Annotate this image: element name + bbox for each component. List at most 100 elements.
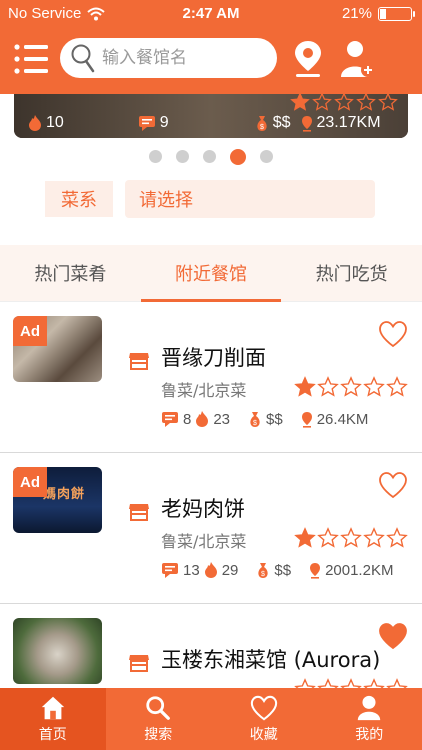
- location-pin-icon[interactable]: [290, 39, 326, 79]
- rating-star-icon: [317, 376, 339, 397]
- shop-icon: [129, 504, 149, 521]
- money-bag-icon: $: [250, 411, 260, 427]
- restaurant-name[interactable]: 老妈肉饼: [161, 493, 245, 523]
- distance: 26.4KM: [316, 410, 369, 428]
- flame-icon: [29, 115, 41, 131]
- restaurant-cuisine: 鲁菜/北京菜: [161, 532, 247, 551]
- carousel-dot[interactable]: [203, 150, 216, 163]
- bottom-nav-label: 搜索: [144, 727, 173, 743]
- search-icon: [146, 696, 171, 720]
- heart-outline-icon[interactable]: [378, 320, 408, 348]
- comment-icon: [138, 116, 155, 131]
- carousel-dot[interactable]: [260, 150, 273, 163]
- restaurant-row[interactable]: 媽肉餅 Ad 老妈肉饼 鲁菜/北京菜 13 29 $ $$ 2001.2KM: [0, 453, 422, 604]
- carousel-dot[interactable]: [176, 150, 189, 163]
- restaurant-metrics: 8 23 $ $$ 26.4KM: [161, 410, 368, 428]
- restaurant-rating-stars: [294, 527, 408, 549]
- rating-star-icon: [356, 94, 376, 111]
- rating-star-icon: [294, 678, 316, 688]
- money-bag-icon: $: [257, 115, 267, 131]
- rating-star-icon: [334, 94, 354, 111]
- hot-count: 23: [213, 410, 231, 428]
- bottom-nav-label: 首页: [38, 727, 67, 743]
- ad-badge: Ad: [13, 467, 47, 497]
- restaurant-thumbnail[interactable]: 媽肉餅 Ad: [13, 467, 102, 533]
- rating-star-icon: [386, 678, 408, 688]
- restaurant-thumbnail[interactable]: [13, 618, 102, 684]
- carousel-price: $$: [272, 114, 291, 131]
- rating-star-icon: [294, 527, 316, 548]
- bottom-nav-label: 收藏: [249, 727, 278, 743]
- featured-carousel[interactable]: 10 9 $ $$ 23.17KM: [14, 94, 408, 138]
- rating-star-icon: [340, 527, 362, 548]
- carousel-stats: 10 9 $ $$ 23.17KM: [28, 112, 398, 134]
- restaurant-thumbnail[interactable]: Ad: [13, 316, 102, 382]
- search-icon: [71, 44, 95, 73]
- rating-star-icon: [340, 678, 362, 688]
- carousel-comment-count: 9: [159, 114, 169, 131]
- bottom-nav-bar: 首页 搜索 收藏 我的: [0, 688, 422, 750]
- rating-star-icon: [317, 527, 339, 548]
- distance-pin-icon: [301, 115, 312, 132]
- shop-icon: [129, 655, 149, 672]
- bottom-nav-search[interactable]: 搜索: [106, 688, 212, 750]
- cuisine-select[interactable]: 请选择: [125, 180, 375, 218]
- tab-1[interactable]: 附近餐馆: [140, 245, 282, 302]
- price-level: $$: [274, 561, 292, 579]
- rating-star-icon: [317, 678, 339, 688]
- heart-filled-icon[interactable]: [378, 622, 408, 650]
- rating-star-icon: [386, 376, 408, 397]
- restaurant-rating-stars: [294, 376, 408, 398]
- restaurant-list[interactable]: Ad 晋缘刀削面 鲁菜/北京菜 8 23 $ $$ 26.4KM 媽肉餅 Ad 老妈肉饼 鲁菜/北京菜…: [0, 302, 422, 688]
- carousel-hot-count: 10: [46, 114, 64, 131]
- heart-outline-icon[interactable]: [378, 471, 408, 499]
- storefront-sign-text: 媽肉餅: [43, 487, 86, 502]
- carousel-page-indicator[interactable]: [0, 148, 422, 165]
- rating-star-icon: [386, 527, 408, 548]
- restaurant-row[interactable]: Ad 晋缘刀削面 鲁菜/北京菜 8 23 $ $$ 26.4KM: [0, 302, 422, 453]
- distance-pin-icon: [301, 411, 312, 428]
- cuisine-filter-label: 菜系: [45, 181, 113, 217]
- status-bar-right: 21%: [342, 5, 415, 22]
- flame-icon: [196, 411, 209, 427]
- carousel-dot[interactable]: [149, 150, 162, 163]
- search-bar[interactable]: [60, 38, 277, 78]
- status-bar: No Service 2:47 AM 21%: [0, 0, 422, 28]
- user-icon: [358, 695, 381, 721]
- add-user-icon[interactable]: [340, 39, 376, 79]
- comment-count: 8: [183, 410, 192, 428]
- tab-bar: 热门菜肴 附近餐馆 热门吃货: [0, 245, 422, 302]
- bottom-nav-home[interactable]: 首页: [0, 688, 106, 750]
- tab-2[interactable]: 热门吃货: [281, 245, 422, 301]
- search-input[interactable]: [102, 48, 262, 68]
- shop-icon: [129, 353, 149, 370]
- carousel-rating-stars: [290, 94, 398, 112]
- rating-star-icon: [363, 678, 385, 688]
- top-nav-bar: [0, 28, 422, 94]
- restaurant-name[interactable]: 玉楼东湘菜馆 (Aurora): [161, 644, 380, 674]
- tab-0[interactable]: 热门菜肴: [0, 245, 141, 301]
- restaurant-row[interactable]: 玉楼东湘菜馆 (Aurora): [0, 604, 422, 688]
- carousel-dot[interactable]: [230, 148, 246, 165]
- menu-icon[interactable]: [12, 40, 50, 78]
- rating-star-icon: [290, 94, 310, 111]
- svg-text:$: $: [253, 420, 257, 427]
- rating-star-icon: [378, 94, 398, 111]
- bottom-nav-user[interactable]: 我的: [317, 688, 422, 750]
- svg-text:$: $: [261, 571, 265, 578]
- ad-badge: Ad: [13, 316, 47, 346]
- comment-icon: [162, 563, 178, 578]
- comment-count: 13: [183, 561, 200, 579]
- rating-star-icon: [363, 527, 385, 548]
- carousel-distance: 23.17KM: [316, 114, 381, 131]
- restaurant-name[interactable]: 晋缘刀削面: [161, 342, 266, 372]
- bottom-nav-heart[interactable]: 收藏: [211, 688, 317, 750]
- money-bag-icon: $: [258, 562, 269, 578]
- svg-text:$: $: [260, 124, 264, 131]
- comment-icon: [162, 412, 178, 427]
- heart-icon: [250, 695, 277, 721]
- restaurant-metrics: 13 29 $ $$ 2001.2KM: [161, 561, 393, 579]
- distance: 2001.2KM: [325, 561, 394, 579]
- battery-icon: [378, 6, 415, 21]
- restaurant-rating-stars: [294, 678, 408, 688]
